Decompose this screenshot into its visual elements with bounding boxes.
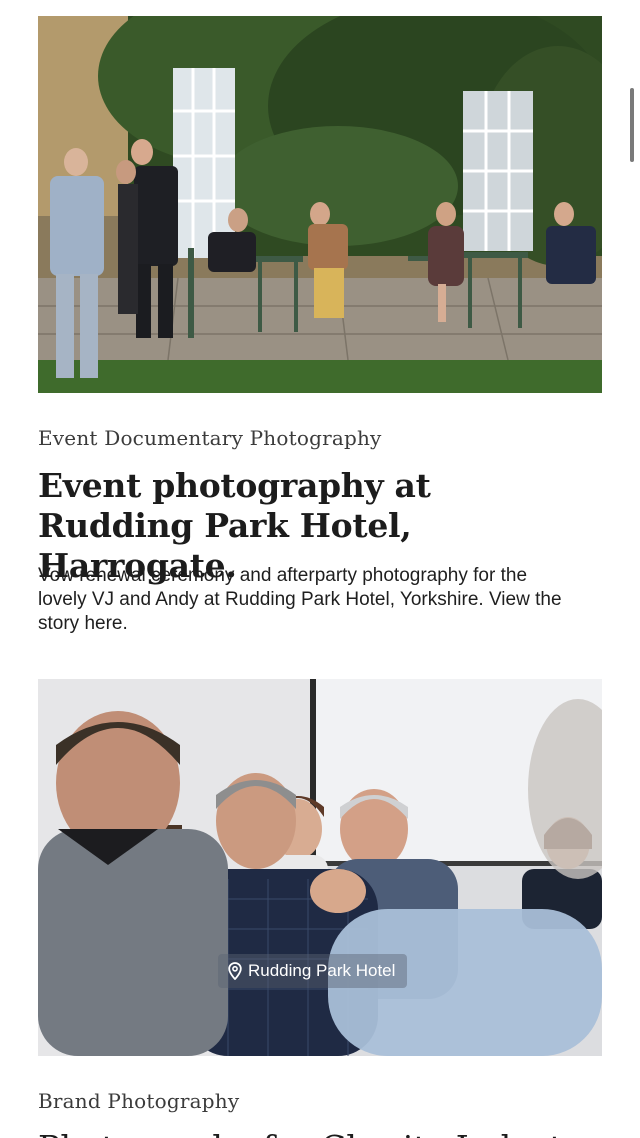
- post-1-photo[interactable]: [38, 16, 602, 393]
- post-2-title[interactable]: Photography for Charity Industry: [38, 1128, 598, 1138]
- terrace-event-image: [38, 16, 602, 393]
- blog-feed: Event Documentary Photography Event phot…: [0, 0, 640, 1138]
- post-2-photo[interactable]: [38, 679, 602, 1056]
- post-1-excerpt: Vow renewal ceremony and afterparty phot…: [38, 565, 562, 634]
- post-2-category[interactable]: Brand Photography: [38, 1089, 239, 1113]
- location-tag-label: Rudding Park Hotel: [248, 961, 396, 980]
- location-tag[interactable]: Rudding Park Hotel: [218, 954, 408, 988]
- post-1-category[interactable]: Event Documentary Photography: [38, 426, 382, 450]
- scrollbar-thumb[interactable]: [630, 88, 634, 162]
- map-pin-icon: [228, 962, 242, 980]
- meeting-room-image: [38, 679, 602, 1056]
